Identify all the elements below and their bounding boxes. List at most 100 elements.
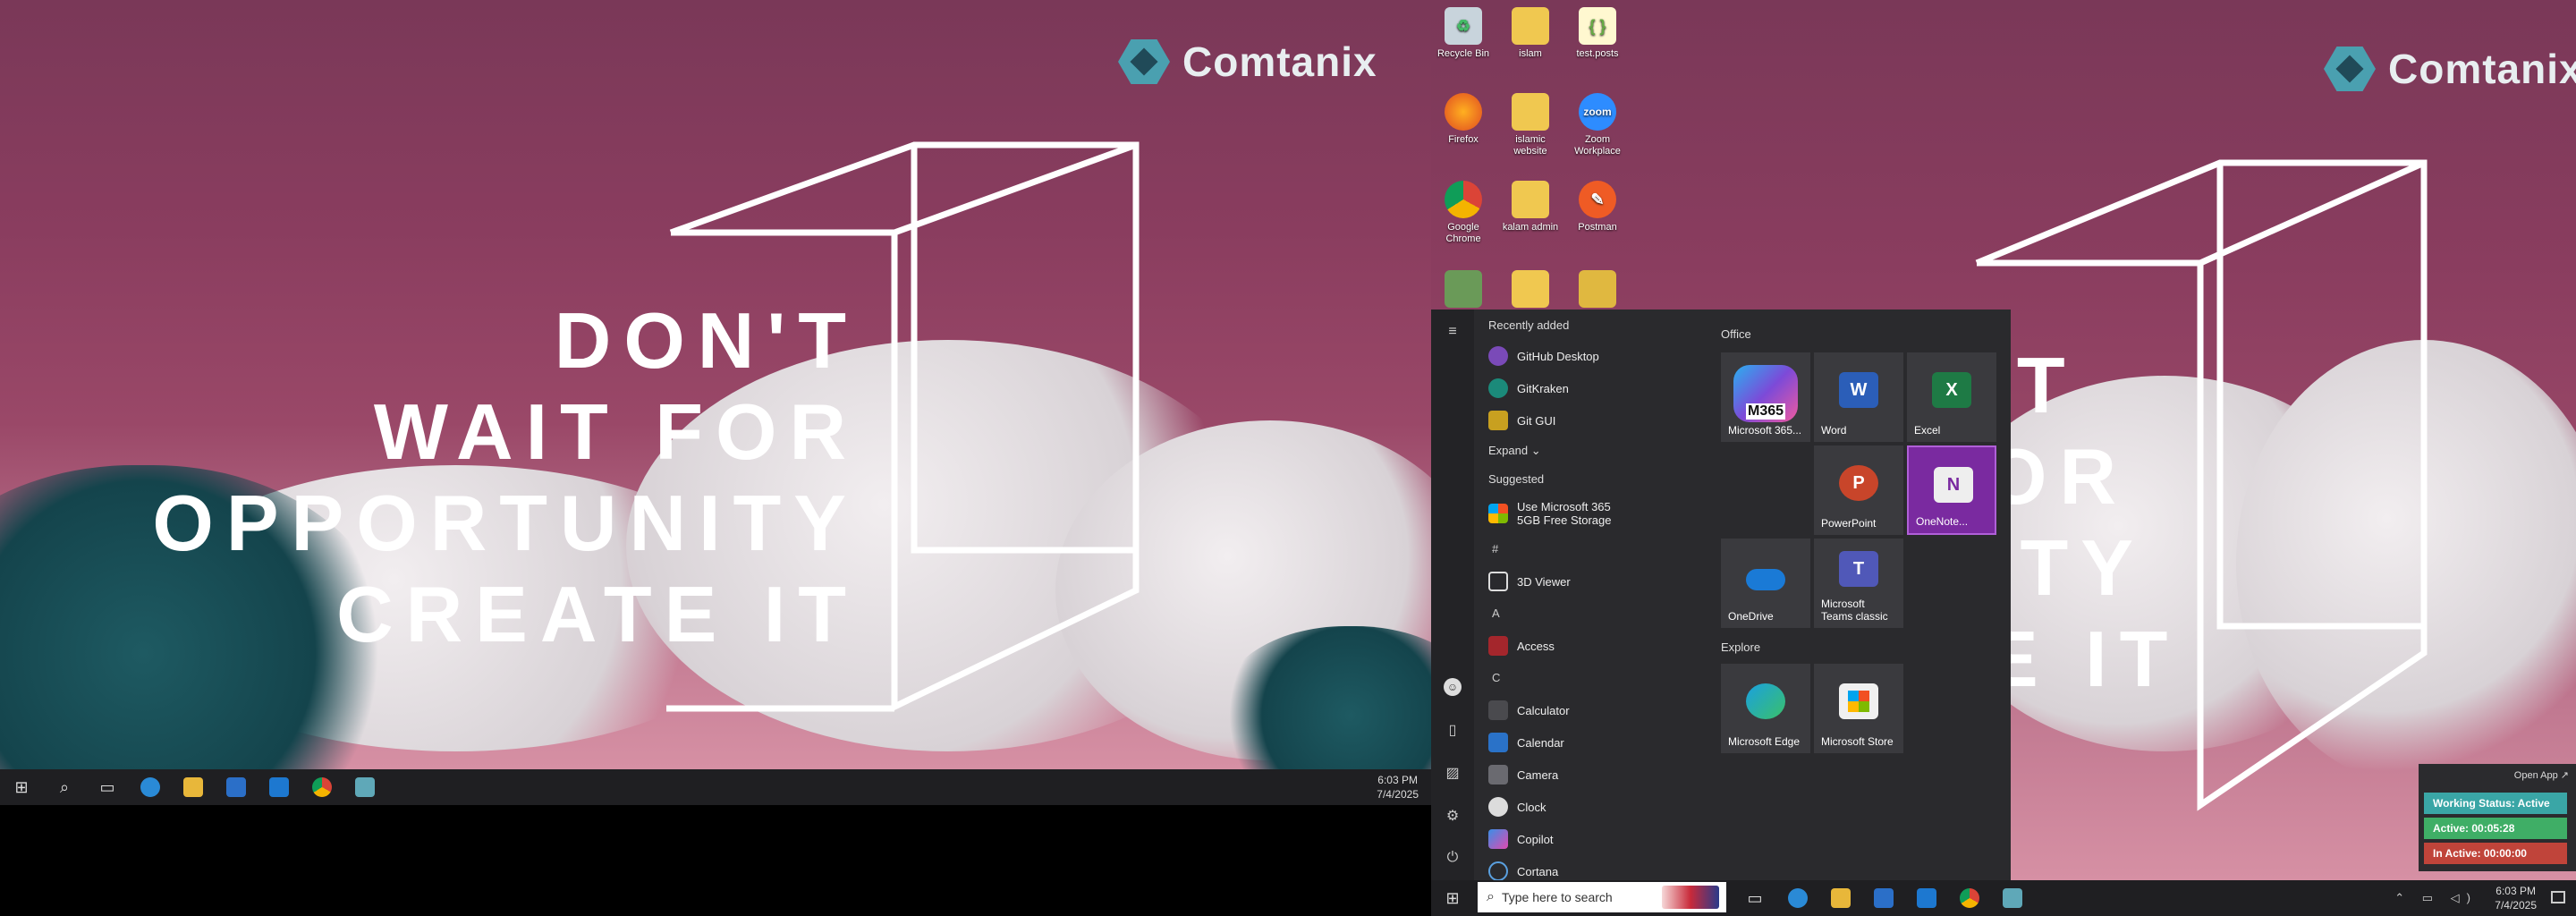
clock-time: 6:03 PM [2496, 885, 2536, 897]
tile-onenote[interactable]: N OneNote... [1907, 445, 1996, 535]
expand-button[interactable]: Expand ⌄ [1481, 437, 1705, 465]
tile-word[interactable]: W Word [1814, 352, 1903, 442]
notification-icon[interactable] [2551, 891, 2565, 903]
desktop-icon-islam[interactable]: islam [1498, 7, 1563, 60]
edge-taskbar-icon[interactable] [1776, 880, 1819, 916]
tile-onedrive[interactable]: OneDrive [1721, 539, 1810, 628]
access-icon [1488, 636, 1508, 656]
app-3d-viewer[interactable]: 3D Viewer [1481, 565, 1705, 598]
taskbar-search-box[interactable]: ⌕ Type here to search [1478, 882, 1726, 912]
tile-store[interactable]: Microsoft Store [1814, 664, 1903, 753]
edge-taskbar-icon[interactable] [129, 769, 172, 805]
app-git-gui[interactable]: Git GUI [1481, 404, 1705, 437]
file-explorer-icon[interactable] [172, 769, 215, 805]
open-app-link[interactable]: Open App ↗ [2514, 769, 2569, 781]
tile-area: Office M365 Microsoft 365... W Word X Ex… [1721, 310, 2011, 880]
tile-powerpoint[interactable]: P PowerPoint [1814, 445, 1903, 535]
task-view-icon[interactable]: ▭ [86, 769, 129, 805]
app-cortana[interactable]: Cortana [1481, 855, 1705, 880]
3d-cube-icon [1488, 572, 1508, 591]
start-menu: ≡ ☺ ▯ ▨ ⚙ ⏻ Recently added GitHub Deskto… [1431, 310, 2011, 880]
quote-line: 'T [1986, 341, 2078, 429]
app-gitkraken[interactable]: GitKraken [1481, 372, 1705, 404]
letter-header[interactable]: C [1481, 662, 1705, 694]
app-access[interactable]: Access [1481, 630, 1705, 662]
github-icon [1488, 346, 1508, 366]
folder-icon [1512, 93, 1549, 131]
store-taskbar-icon[interactable] [1862, 880, 1905, 916]
app-camera[interactable]: Camera [1481, 759, 1705, 791]
power-icon[interactable]: ⏻ [1444, 850, 1462, 868]
suggested-header: Suggested [1488, 472, 1545, 486]
folder-icon [1512, 181, 1549, 218]
settings-gear-icon[interactable]: ⚙ [1444, 807, 1462, 825]
postman-icon: ✎ [1579, 181, 1616, 218]
app-calendar[interactable]: Calendar [1481, 726, 1705, 759]
desktop-icon-recycle-bin[interactable]: ♻ Recycle Bin [1431, 7, 1496, 60]
desktop-icon-kalam-admin[interactable]: kalam admin [1498, 181, 1563, 233]
windows-start-icon[interactable]: ⊞ [1431, 880, 1474, 916]
app-taskbar-icon[interactable] [343, 769, 386, 805]
quote-line: ITY [1986, 523, 2146, 612]
hamburger-menu-icon[interactable]: ≡ [1444, 324, 1462, 342]
comtanix-hex-icon [1118, 39, 1170, 84]
clock-date: 7/4/2025 [2495, 899, 2537, 912]
teams-icon: T [1839, 551, 1878, 587]
app-taskbar-icon[interactable] [1991, 880, 2034, 916]
comtanix-logo: Comtanix [2324, 45, 2576, 93]
onenote-icon: N [1934, 467, 1973, 503]
mail-taskbar-icon[interactable] [1905, 880, 1948, 916]
app-calculator[interactable]: Calculator [1481, 694, 1705, 726]
app-github-desktop[interactable]: GitHub Desktop [1481, 340, 1705, 372]
documents-icon[interactable]: ▯ [1444, 721, 1462, 739]
desktop-icon-partial[interactable] [1431, 270, 1496, 311]
office-group-header: Office [1721, 327, 1751, 341]
system-tray[interactable]: ⌃ ▭ ◁) [2394, 891, 2478, 905]
quote-line: DON'T [554, 296, 859, 385]
tile-excel[interactable]: X Excel [1907, 352, 1996, 442]
quote-line: WAIT FOR [373, 387, 859, 476]
suggested-text: Use Microsoft 365 5GB Free Storage [1517, 500, 1612, 527]
clock-date: 7/4/2025 [1377, 788, 1419, 801]
left-clock[interactable]: 6:03 PM 7/4/2025 [1377, 773, 1419, 802]
chrome-taskbar-icon[interactable] [1948, 880, 1991, 916]
app-clock[interactable]: Clock [1481, 791, 1705, 823]
desktop-icon-partial[interactable] [1498, 270, 1563, 311]
task-view-icon[interactable]: ▭ [1733, 880, 1776, 916]
pictures-icon[interactable]: ▨ [1444, 764, 1462, 782]
right-clock[interactable]: 6:03 PM 7/4/2025 [2495, 884, 2537, 912]
windows-start-icon[interactable]: ⊞ [0, 769, 43, 805]
tile-m365[interactable]: M365 Microsoft 365... [1721, 352, 1810, 442]
camera-icon [1488, 765, 1508, 785]
chrome-icon [1445, 181, 1482, 218]
calculator-icon [1488, 700, 1508, 720]
mail-taskbar-icon[interactable] [258, 769, 301, 805]
app-copilot[interactable]: Copilot [1481, 823, 1705, 855]
file-explorer-icon[interactable] [1819, 880, 1862, 916]
calendar-icon [1488, 733, 1508, 752]
brand-name: Comtanix [2388, 46, 2576, 92]
search-icon: ⌕ [1487, 889, 1495, 904]
desktop-icon-firefox[interactable]: Firefox [1431, 93, 1496, 146]
app-icon [1445, 270, 1482, 308]
chrome-taskbar-icon[interactable] [301, 769, 343, 805]
user-avatar-icon[interactable]: ☺ [1444, 678, 1462, 696]
tile-edge[interactable]: Microsoft Edge [1721, 664, 1810, 753]
desktop-icon-zoom[interactable]: zoom Zoom Workplace [1565, 93, 1630, 157]
brand-name: Comtanix [1182, 38, 1377, 85]
quote-line: OPPORTUNITY [152, 479, 859, 567]
recycle-bin-icon: ♻ [1445, 7, 1482, 45]
letter-header[interactable]: # [1481, 533, 1705, 565]
desktop-icon-postman[interactable]: ✎ Postman [1565, 181, 1630, 233]
tile-teams[interactable]: T Microsoft Teams classic [1814, 539, 1903, 628]
desktop-icon-chrome[interactable]: Google Chrome [1431, 181, 1496, 245]
recently-added-header: Recently added [1488, 318, 1570, 332]
suggested-m365[interactable]: Use Microsoft 365 5GB Free Storage [1481, 494, 1705, 533]
desktop-icon-test-posts[interactable]: { } test.posts [1565, 7, 1630, 60]
search-icon[interactable]: ⌕ [43, 769, 86, 805]
store-taskbar-icon[interactable] [215, 769, 258, 805]
letter-header[interactable]: A [1481, 598, 1705, 630]
desktop-icon-islamic-website[interactable]: islamic website [1498, 93, 1563, 157]
desktop-icon-partial[interactable] [1565, 270, 1630, 311]
excel-icon: X [1932, 372, 1971, 408]
